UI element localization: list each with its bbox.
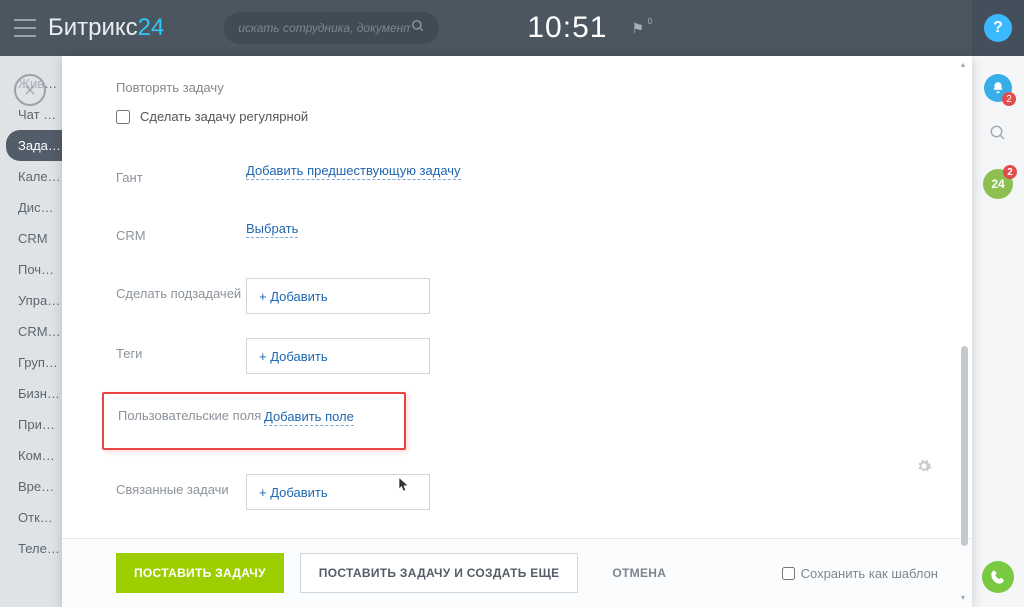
gantt-label: Гант <box>116 162 246 185</box>
userfields-highlight: Пользовательские поля Добавить поле <box>102 392 406 450</box>
close-modal-button[interactable] <box>14 74 46 106</box>
bell-icon <box>991 81 1005 95</box>
submit-task-button[interactable]: Поставить задачу <box>116 553 284 593</box>
scrollbar[interactable]: ▴ ▾ <box>958 56 970 607</box>
gear-icon[interactable] <box>916 458 932 479</box>
search-input[interactable] <box>238 21 411 35</box>
nav-item-time[interactable]: Вре… <box>0 471 62 502</box>
help-column: ? <box>972 0 1024 56</box>
brand-main: Битрикс <box>48 14 138 41</box>
submit-and-create-button[interactable]: Поставить задачу и создать еще <box>300 553 579 593</box>
crm-label: CRM <box>116 220 246 243</box>
regular-task-label: Сделать задачу регулярной <box>140 109 308 124</box>
left-nav: Жив… Чат … Зада… Кале… Дис… CRM Поч… Упр… <box>0 56 62 607</box>
nav-item-apps[interactable]: При… <box>0 409 62 440</box>
userfields-add-link[interactable]: Добавить поле <box>264 409 354 426</box>
nav-item-company[interactable]: Ком… <box>0 440 62 471</box>
nav-item-disk[interactable]: Дис… <box>0 192 62 223</box>
flag-indicator[interactable]: ⚑0 <box>631 20 644 37</box>
related-add-button[interactable]: + Добавить <box>246 474 430 510</box>
related-tasks-label: Связанные задачи <box>116 474 246 497</box>
global-search[interactable] <box>224 12 439 44</box>
b24-label: 24 <box>991 177 1004 191</box>
crm-select-link[interactable]: Выбрать <box>246 221 298 238</box>
b24-badge: 2 <box>1003 165 1017 179</box>
brand-logo[interactable]: Битрикс24 <box>48 14 164 42</box>
scroll-up-icon[interactable]: ▴ <box>958 60 968 70</box>
scroll-down-icon[interactable]: ▾ <box>958 593 968 603</box>
phone-icon <box>990 569 1006 585</box>
call-button[interactable] <box>982 561 1014 593</box>
repeat-section-title: Повторять задачу <box>116 80 938 95</box>
nav-item-manage[interactable]: Упра… <box>0 285 62 316</box>
notifications-button[interactable]: 2 <box>984 74 1012 102</box>
nav-item-crm2[interactable]: CRM… <box>0 316 62 347</box>
save-template-label: Сохранить как шаблон <box>801 566 938 581</box>
nav-item-groups[interactable]: Груп… <box>0 347 62 378</box>
subtask-label: Сделать подзадачей <box>116 278 246 301</box>
hamburger-icon[interactable] <box>14 19 36 37</box>
regular-task-checkbox[interactable] <box>116 110 130 124</box>
help-button[interactable]: ? <box>984 14 1012 42</box>
search-icon[interactable] <box>411 19 425 38</box>
tags-label: Теги <box>116 338 246 361</box>
cancel-button[interactable]: Отмена <box>594 553 684 593</box>
notifications-badge: 2 <box>1002 92 1016 106</box>
task-form-modal: Повторять задачу Сделать задачу регулярн… <box>62 56 972 607</box>
nav-item-calendar[interactable]: Кале… <box>0 161 62 192</box>
tags-add-button[interactable]: + Добавить <box>246 338 430 374</box>
nav-item-mail[interactable]: Поч… <box>0 254 62 285</box>
top-bar: Битрикс24 10:51 ⚑0 ? <box>0 0 1024 56</box>
userfields-label: Пользовательские поля <box>118 408 264 423</box>
flag-count: 0 <box>648 17 652 26</box>
nav-item-bizproc[interactable]: Бизн… <box>0 378 62 409</box>
rail-search-icon[interactable] <box>989 124 1007 147</box>
b24-network-button[interactable]: 24 2 <box>983 169 1013 199</box>
right-rail: 2 24 2 <box>972 56 1024 607</box>
nav-item-telephony[interactable]: Теле… <box>0 533 62 564</box>
nav-item-tasks[interactable]: Зада… <box>6 130 62 161</box>
nav-item-crm[interactable]: CRM <box>0 223 62 254</box>
scrollbar-thumb[interactable] <box>961 346 968 546</box>
save-template-checkbox[interactable] <box>782 567 795 580</box>
subtask-add-button[interactable]: + Добавить <box>246 278 430 314</box>
nav-item-open[interactable]: Отк… <box>0 502 62 533</box>
gantt-add-link[interactable]: Добавить предшествующую задачу <box>246 163 461 180</box>
brand-accent: 24 <box>138 14 165 41</box>
modal-footer: Поставить задачу Поставить задачу и созд… <box>62 538 972 607</box>
clock: 10:51 <box>527 11 607 45</box>
modal-body: Повторять задачу Сделать задачу регулярн… <box>62 56 972 538</box>
